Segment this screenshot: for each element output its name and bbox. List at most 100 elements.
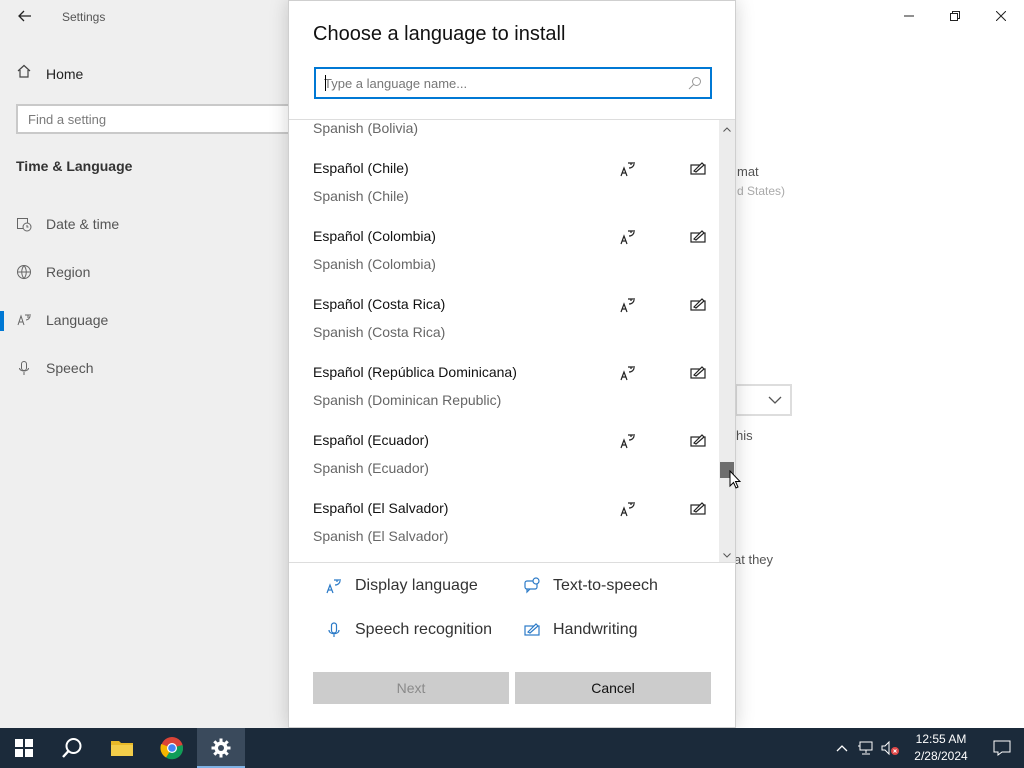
chrome-button[interactable] <box>148 728 196 768</box>
text-caret <box>325 75 326 91</box>
sidebar-item-label: Region <box>46 264 91 280</box>
display-language-icon <box>619 500 637 518</box>
language-english-name: Spanish (Dominican Republic) <box>313 392 502 408</box>
network-button[interactable] <box>854 728 878 768</box>
sidebar-item-label: Date & time <box>46 216 120 232</box>
language-list-item[interactable]: Español (Costa Rica) Spanish (Costa Rica) <box>289 296 719 364</box>
language-native-name: Español (El Salvador) <box>313 500 449 516</box>
microphone-icon <box>16 360 32 376</box>
legend-text-to-speech: Text-to-speech <box>523 577 658 595</box>
speech-recognition-icon <box>325 621 343 639</box>
display-language-icon <box>619 364 637 382</box>
legend-speech-recognition: Speech recognition <box>325 621 492 639</box>
next-button[interactable]: Next <box>313 672 509 704</box>
scroll-up-icon[interactable] <box>719 122 735 136</box>
language-english-name: Spanish (Bolivia) <box>313 120 419 136</box>
language-english-name: Spanish (Costa Rica) <box>313 324 446 340</box>
close-button[interactable] <box>978 0 1024 32</box>
text-to-speech-icon <box>523 577 541 595</box>
window-controls <box>886 0 1024 32</box>
feature-legend: Display language Text-to-speech Speech r… <box>289 565 735 665</box>
legend-label: Speech recognition <box>355 621 492 638</box>
minimize-button[interactable] <box>886 0 932 32</box>
search-button[interactable] <box>48 728 96 768</box>
calendar-clock-icon <box>16 216 32 232</box>
folder-icon <box>111 741 133 756</box>
language-english-name: Spanish (Chile) <box>313 188 409 204</box>
close-icon <box>996 11 1006 21</box>
chevron-up-icon <box>836 745 848 752</box>
handwriting-icon <box>689 500 707 518</box>
display-language-icon <box>619 228 637 246</box>
home-label: Home <box>46 65 84 82</box>
language-list-item[interactable]: Español (Colombia) Spanish (Colombia) <box>289 228 719 296</box>
system-tray: 12:55 AM 2/28/2024 <box>830 728 1024 768</box>
app-title: Settings <box>62 10 106 24</box>
show-hidden-icons-button[interactable] <box>830 728 854 768</box>
legend-handwriting: Handwriting <box>523 621 637 639</box>
handwriting-icon <box>689 432 707 450</box>
settings-sidebar: Settings Home Find a setting Time & Lang… <box>0 0 306 728</box>
selected-indicator <box>0 311 4 331</box>
network-icon <box>858 741 873 755</box>
chevron-down-icon <box>768 396 782 404</box>
language-icon <box>16 312 32 328</box>
language-list-item[interactable]: Español (Bolivia)Spanish (Bolivia) <box>289 120 719 160</box>
regional-format-label: mat <box>737 164 759 179</box>
legend-display-language: Display language <box>325 577 478 595</box>
language-search-box[interactable] <box>314 67 712 99</box>
search-icon <box>62 738 82 758</box>
language-list[interactable]: Español (Bolivia)Spanish (Bolivia)Españo… <box>289 119 735 563</box>
language-native-name: Español (Colombia) <box>313 228 436 244</box>
handwriting-icon <box>689 228 707 246</box>
choose-language-dialog: Choose a language to install Español (Bo… <box>288 0 736 728</box>
language-list-item[interactable]: Español (Ecuador) Spanish (Ecuador) <box>289 432 719 500</box>
volume-button[interactable] <box>878 728 902 768</box>
restore-icon <box>950 11 960 21</box>
display-language-icon <box>619 296 637 314</box>
sidebar-item-label: Speech <box>46 360 94 376</box>
sidebar-item-region[interactable]: Region <box>16 264 90 280</box>
clock[interactable]: 12:55 AM 2/28/2024 <box>902 731 980 765</box>
settings-taskbar-button[interactable] <box>197 728 245 768</box>
windows-logo-icon <box>15 739 33 757</box>
action-center-button[interactable] <box>980 728 1024 768</box>
handwriting-icon <box>689 160 707 178</box>
home-nav-item[interactable]: Home <box>16 63 83 84</box>
language-english-name: Spanish (Ecuador) <box>313 460 429 476</box>
find-setting-placeholder: Find a setting <box>28 112 107 127</box>
sidebar-item-label: Language <box>46 312 109 328</box>
clock-time: 12:55 AM <box>915 732 967 746</box>
sidebar-item-date-time[interactable]: Date & time <box>16 216 119 232</box>
language-list-item[interactable]: Español (El Salvador) Spanish (El Salvado… <box>289 500 719 562</box>
display-language-icon <box>619 160 637 178</box>
sidebar-item-speech[interactable]: Speech <box>16 360 93 376</box>
search-icon[interactable] <box>688 76 702 90</box>
mouse-cursor-icon <box>729 470 741 489</box>
scroll-down-icon[interactable] <box>719 548 735 562</box>
legend-label: Display language <box>355 577 478 594</box>
language-list-item[interactable]: Español (Chile) Spanish (Chile) <box>289 160 719 228</box>
clock-date: 2/28/2024 <box>914 749 968 763</box>
file-explorer-button[interactable] <box>98 728 146 768</box>
find-setting-input[interactable]: Find a setting <box>16 104 306 134</box>
cancel-button[interactable]: Cancel <box>515 672 711 704</box>
restore-button[interactable] <box>932 0 978 32</box>
background-dropdown[interactable] <box>735 384 792 416</box>
section-title: Time & Language <box>16 158 133 174</box>
volume-muted-icon <box>881 740 899 756</box>
language-native-name: Español (Chile) <box>313 160 409 176</box>
start-button[interactable] <box>0 728 48 768</box>
home-icon <box>16 63 32 84</box>
sidebar-item-language[interactable]: Language <box>16 312 108 328</box>
language-list-item[interactable]: Español (República Dominicana) Spanish (D… <box>289 364 719 432</box>
regional-format-value: d States) <box>737 184 786 198</box>
language-search-input[interactable] <box>324 73 674 93</box>
language-native-name: Español (Costa Rica) <box>313 296 446 312</box>
display-language-icon <box>325 577 343 595</box>
back-arrow-icon[interactable] <box>14 6 36 26</box>
globe-icon <box>16 264 32 280</box>
gear-icon <box>211 738 231 758</box>
handwriting-icon <box>689 364 707 382</box>
list-scrollbar[interactable] <box>719 120 735 562</box>
